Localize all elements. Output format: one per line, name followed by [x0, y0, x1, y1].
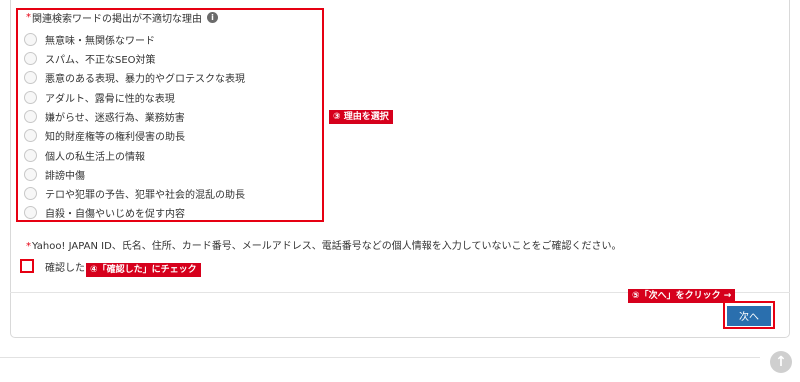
- required-mark: *: [26, 11, 31, 23]
- reason-option[interactable]: 悪意のある表現、暴力的やグロテスクな表現: [24, 68, 245, 86]
- reason-title-text: 関連検索ワードの掲出が不適切な理由: [32, 13, 202, 25]
- reason-option[interactable]: 無意味・無関係なワード: [24, 30, 155, 48]
- confirm-checkbox-row[interactable]: 確認した: [20, 258, 85, 274]
- notice-text: Yahoo! JAPAN ID、氏名、住所、カード番号、メールアドレス、電話番号…: [32, 241, 622, 252]
- reason-option[interactable]: 誹謗中傷: [24, 165, 85, 183]
- radio-button[interactable]: [24, 70, 37, 84]
- confirm-label: 確認した: [45, 262, 85, 274]
- reason-option-label: 自殺・自傷やいじめを促す内容: [45, 208, 185, 220]
- radio-button[interactable]: [24, 128, 37, 142]
- reason-option[interactable]: 個人の私生活上の情報: [24, 146, 145, 164]
- reason-option-label: スパム、不正なSEO対策: [45, 54, 156, 66]
- radio-button[interactable]: [24, 167, 37, 181]
- reason-option-label: 個人の私生活上の情報: [45, 151, 145, 163]
- reason-option-label: アダルト、露骨に性的な表現: [45, 93, 175, 105]
- reason-option[interactable]: 知的財産権等の権利侵害の助長: [24, 126, 185, 144]
- reason-option[interactable]: 自殺・自傷やいじめを促す内容: [24, 203, 185, 221]
- reason-option-label: テロや犯罪の予告、犯罪や社会的混乱の助長: [45, 189, 245, 201]
- reason-option-label: 無意味・無関係なワード: [45, 35, 155, 47]
- radio-button[interactable]: [24, 205, 37, 219]
- radio-button[interactable]: [24, 32, 37, 46]
- radio-button[interactable]: [24, 148, 37, 162]
- next-button-highlight: 次へ: [723, 301, 775, 329]
- page-divider: [0, 357, 760, 358]
- reason-option-label: 悪意のある表現、暴力的やグロテスクな表現: [45, 73, 245, 85]
- confirm-checkbox[interactable]: [20, 259, 34, 273]
- reason-option[interactable]: アダルト、露骨に性的な表現: [24, 88, 175, 106]
- required-mark: *: [26, 241, 31, 252]
- reason-option-label: 誹謗中傷: [45, 170, 85, 182]
- annotation-step4: ④「確認した」にチェック: [86, 263, 201, 277]
- reason-option-label: 嫌がらせ、迷惑行為、業務妨害: [45, 112, 185, 124]
- radio-button[interactable]: [24, 90, 37, 104]
- info-icon[interactable]: i: [207, 11, 218, 23]
- reason-section-title: * 関連検索ワードの掲出が不適切な理由 i: [26, 9, 218, 25]
- personal-info-notice: *Yahoo! JAPAN ID、氏名、住所、カード番号、メールアドレス、電話番…: [26, 237, 621, 252]
- reason-option[interactable]: 嫌がらせ、迷惑行為、業務妨害: [24, 107, 185, 125]
- reason-option[interactable]: スパム、不正なSEO対策: [24, 49, 156, 67]
- radio-button[interactable]: [24, 51, 37, 65]
- radio-button[interactable]: [24, 186, 37, 200]
- next-button[interactable]: 次へ: [727, 305, 771, 326]
- annotation-step5: ⑤「次へ」をクリック →: [628, 289, 736, 303]
- radio-button[interactable]: [24, 109, 37, 123]
- scroll-to-top-icon[interactable]: ↑: [770, 351, 792, 373]
- reason-option[interactable]: テロや犯罪の予告、犯罪や社会的混乱の助長: [24, 184, 245, 202]
- annotation-step3: ③ 理由を選択: [329, 110, 393, 124]
- reason-option-label: 知的財産権等の権利侵害の助長: [45, 131, 185, 143]
